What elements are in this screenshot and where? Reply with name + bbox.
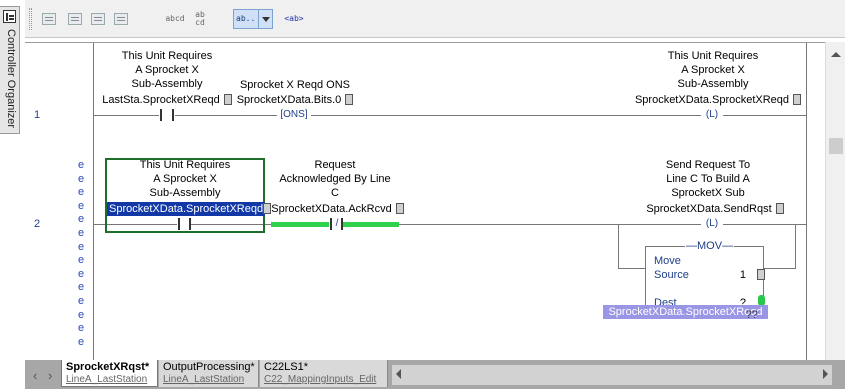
coil-description: Send Request To Line C To Build A Sprock… (665, 159, 751, 199)
ons-description: Sprocket X Reqd ONS (239, 79, 351, 91)
xic-contact-left[interactable] (160, 109, 162, 121)
xio-slash: / (335, 218, 339, 229)
coil-tag[interactable]: SprocketXData.SprocketXReqd (633, 93, 803, 107)
toolbar-grip[interactable] (29, 8, 32, 30)
xic-contact-right[interactable] (189, 218, 191, 230)
edit-highlight (271, 222, 329, 227)
scroll-thumb[interactable] (829, 138, 843, 154)
tab-prev-icon[interactable]: ‹ (33, 368, 37, 383)
toolbar-abcd-button[interactable]: abcd (163, 9, 187, 29)
mov-name: Move (654, 255, 681, 267)
branch-right (795, 224, 796, 269)
coil-description: This Unit Requires A Sprocket X Sub-Asse… (667, 50, 759, 90)
left-power-rail (93, 43, 94, 360)
branch-wire (764, 268, 795, 269)
edit-highlight (343, 222, 399, 227)
ladder-toolbar: abcd ab cd ab.. <ab> (25, 0, 845, 38)
branch-wire (618, 268, 645, 269)
toolbar-icon-4[interactable] (111, 9, 131, 29)
toolbar-icon-3[interactable] (88, 9, 108, 29)
organizer-label: Controller Organizer (5, 29, 17, 129)
contact-description: This Unit Requires A Sprocket X Sub-Asse… (121, 50, 213, 90)
otl-coil[interactable]: (L) (701, 218, 723, 230)
toolbar-icon-1[interactable] (39, 9, 59, 29)
contact-tag[interactable]: SprocketXData.AckRcvd (265, 202, 410, 216)
toolbar-ab-cd-button[interactable]: ab cd (191, 9, 209, 29)
coil-tag[interactable]: SprocketXData.SendRqst (640, 202, 790, 216)
contact-description: Request Acknowledged By Line C (279, 159, 391, 199)
ons-instruction[interactable]: [ONS] (277, 109, 311, 121)
xic-contact-right[interactable] (172, 109, 174, 121)
tag-browse-icon[interactable] (775, 203, 784, 214)
toolbar-ab-tag-button[interactable]: <ab> (281, 9, 307, 29)
contact-tag[interactable]: LastSta.SprocketXReqd (97, 93, 237, 107)
tag-browse-icon[interactable] (345, 94, 354, 105)
chevron-down-icon[interactable] (258, 10, 272, 28)
selected-tag[interactable]: SprocketXData.SprocketXReqd (107, 202, 266, 216)
toolbar-ab-dots: ab.. (236, 14, 256, 23)
toolbar-ab-dropdown[interactable]: ab.. (233, 9, 273, 29)
mov-source-label: Source (654, 269, 689, 281)
xic-contact-left[interactable] (178, 218, 180, 230)
ons-tag[interactable]: SprocketXData.Bits.0 (230, 93, 360, 107)
contact-description: This Unit Requires A Sprocket X Sub-Asse… (139, 159, 231, 199)
ladder-editor[interactable]: 1 This Unit Requires A Sprocket X Sub-As… (25, 42, 825, 360)
tag-browse-icon[interactable] (793, 94, 802, 105)
vertical-scrollbar[interactable] (825, 42, 845, 360)
tag-browse-icon[interactable] (757, 269, 765, 280)
rung-wire (723, 224, 806, 225)
edit-markers: eee eee eee eee ee (77, 159, 85, 348)
right-power-rail (806, 43, 807, 360)
tab-c22ls1[interactable]: C22LS1* C22_MappingInputs_Edit (260, 360, 388, 387)
controller-organizer-tab[interactable]: Controller Organizer (0, 6, 20, 134)
rung-number[interactable]: 1 (34, 109, 40, 121)
tab-outputprocessing[interactable]: OutputProcessing* LineA_LastStation (159, 360, 259, 387)
rung-wire (175, 115, 277, 116)
organizer-icon (3, 10, 16, 23)
scroll-left-icon[interactable] (396, 369, 401, 379)
tag-browse-icon[interactable] (395, 203, 404, 214)
mov-title: —MOV— (685, 240, 735, 252)
branch-left (618, 224, 619, 269)
toolbar-icon-2[interactable] (65, 9, 85, 29)
xio-contact-left[interactable] (330, 218, 332, 230)
horizontal-scrollbar[interactable] (392, 365, 832, 385)
tab-next-icon[interactable]: › (48, 368, 52, 383)
scroll-right-icon[interactable] (823, 369, 828, 379)
scroll-up-icon[interactable] (831, 52, 841, 57)
mov-instruction[interactable]: —MOV— Move Source 1 Dest ? (645, 240, 765, 312)
rung-wire (311, 115, 701, 116)
rung-number[interactable]: 2 (34, 218, 40, 230)
mov-source-value[interactable]: 1 (716, 269, 746, 281)
xio-contact-right[interactable] (341, 218, 343, 230)
rung-wire (93, 115, 159, 116)
routine-tab-bar: ‹ › SprocketXRqst* LineA_LastStation Out… (25, 360, 845, 389)
rung-wire (723, 115, 806, 116)
mov-dest-value-2: ?? (745, 309, 758, 321)
otl-coil[interactable]: (L) (701, 109, 723, 121)
tab-sprocketxrqst[interactable]: SprocketXRqst* LineA_LastStation (61, 360, 158, 387)
